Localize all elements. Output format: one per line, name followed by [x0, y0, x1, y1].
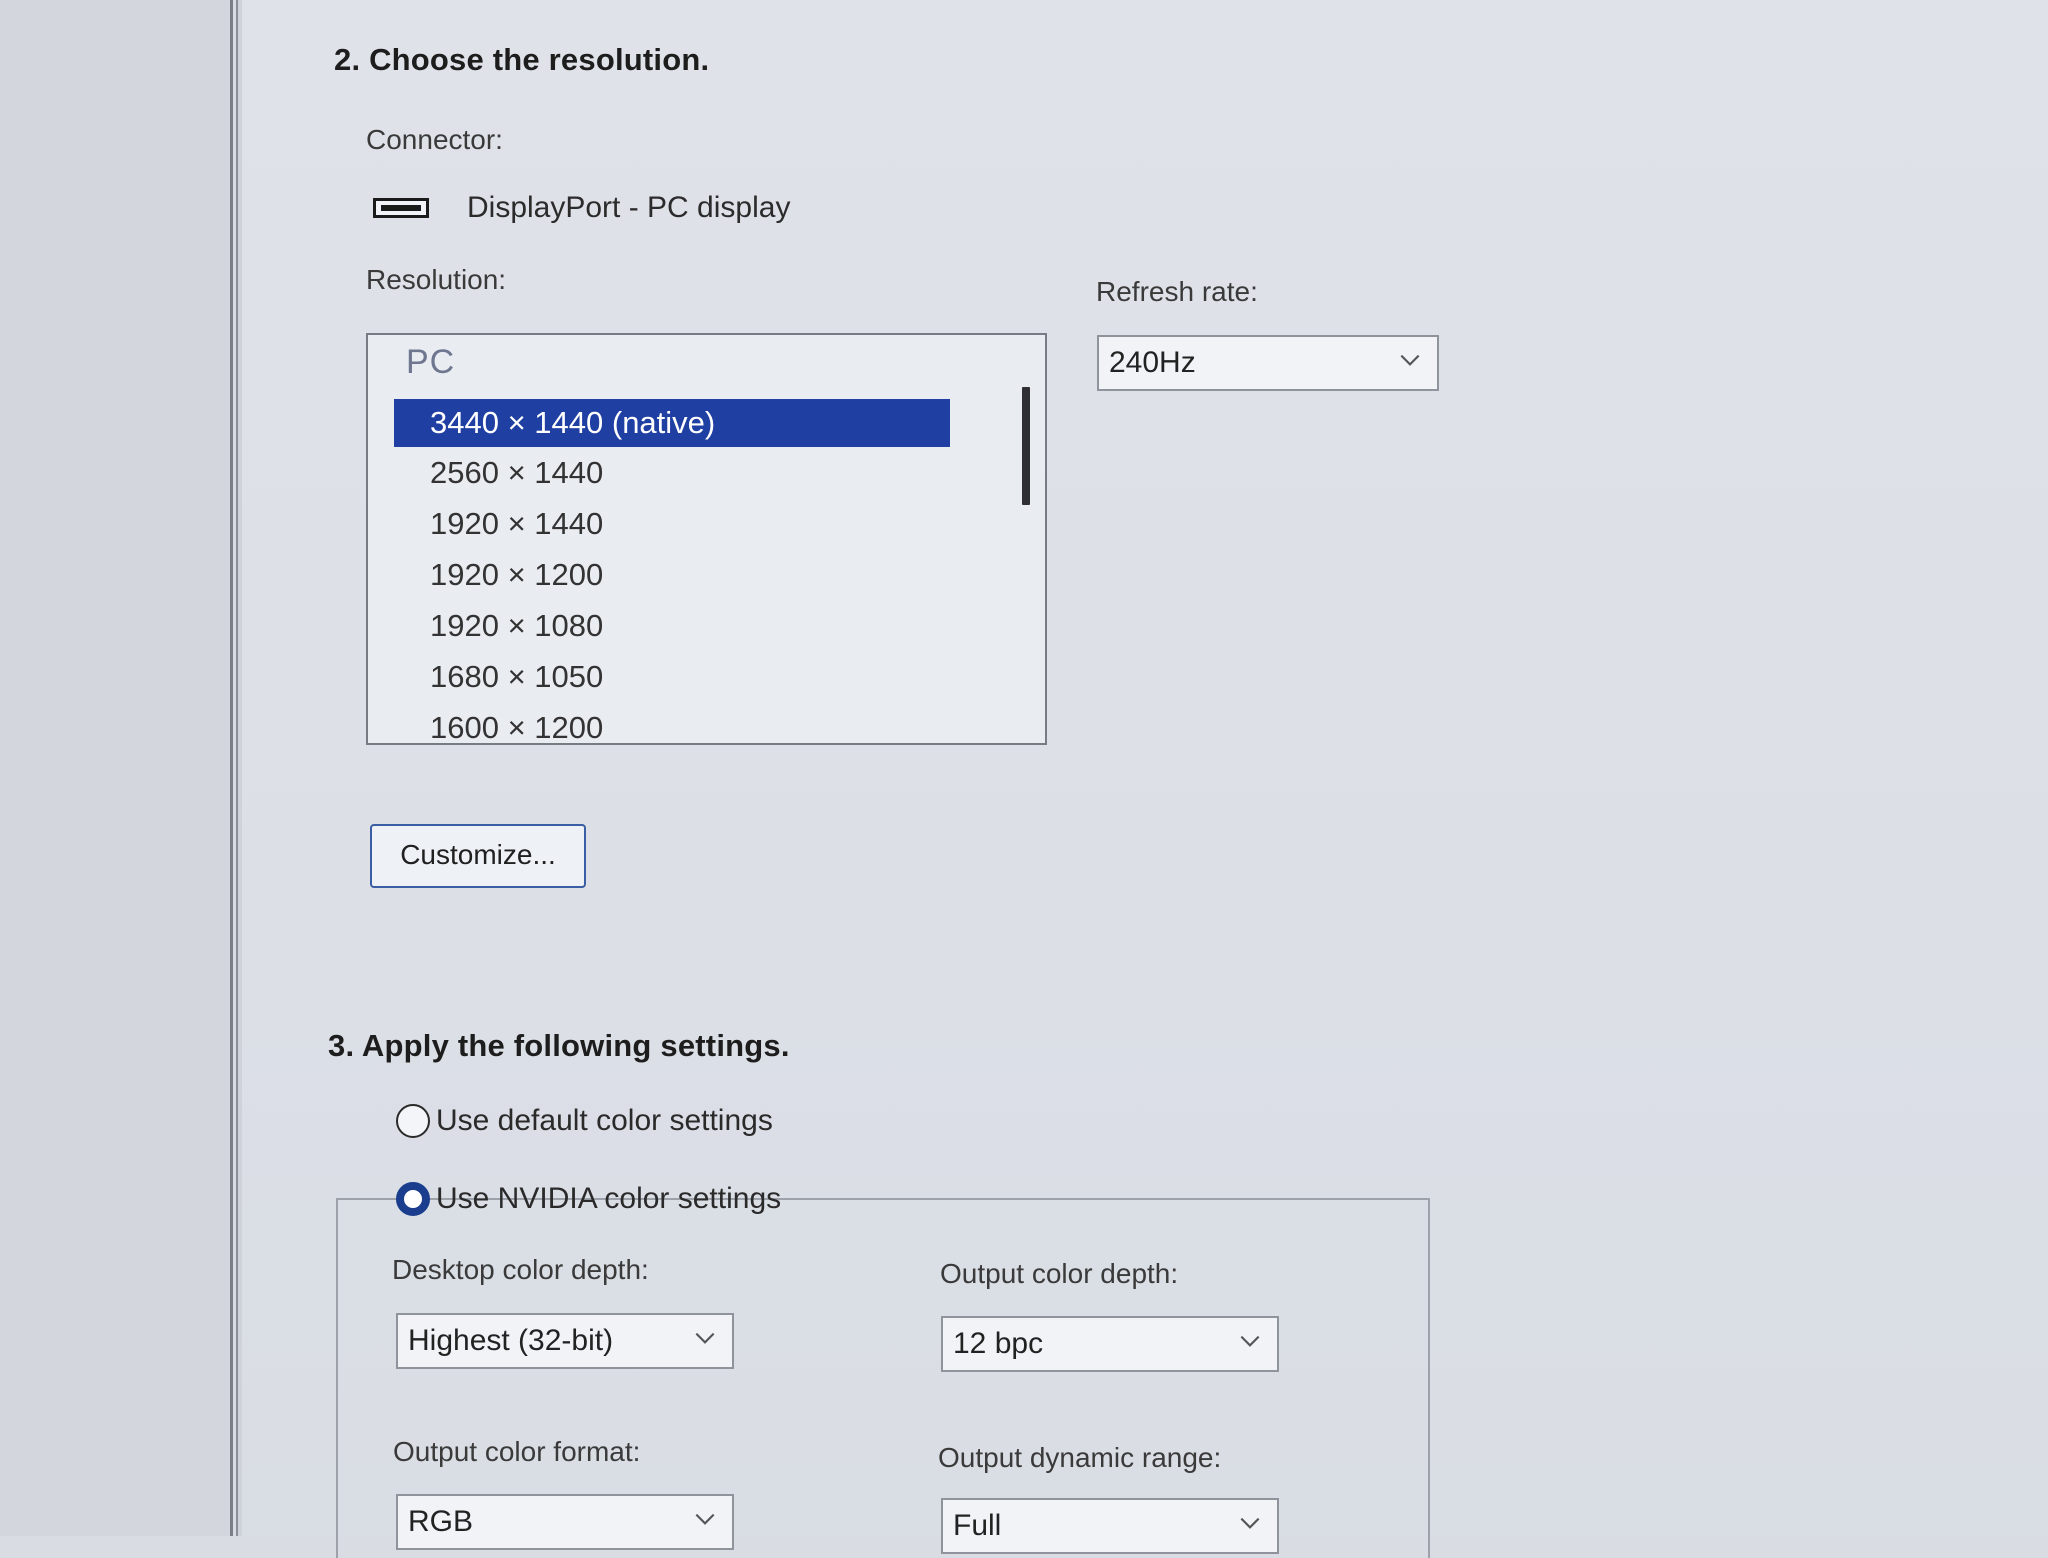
- desktop-depth-dropdown[interactable]: Highest (32-bit): [396, 1313, 734, 1369]
- list-group-pc: PC: [406, 343, 456, 381]
- output-depth-label: Output color depth:: [940, 1258, 1179, 1289]
- list-scrollbar[interactable]: [1022, 387, 1030, 505]
- section-title-resolution: 2. Choose the resolution.: [334, 42, 710, 77]
- radio-button-nvidia[interactable]: [396, 1182, 430, 1216]
- desktop-depth-label: Desktop color depth:: [392, 1254, 649, 1285]
- chevron-down-icon: [1240, 1335, 1260, 1347]
- chevron-down-icon: [1240, 1517, 1260, 1529]
- output-format-dropdown[interactable]: RGB: [396, 1494, 734, 1550]
- radio-default-color[interactable]: Use default color settings: [396, 1104, 773, 1138]
- output-format-value: RGB: [408, 1505, 474, 1538]
- output-range-dropdown[interactable]: Full: [941, 1498, 1279, 1554]
- resolution-item-1600x1200[interactable]: 1600 × 1200: [394, 704, 950, 743]
- left-pane: [0, 0, 233, 1536]
- resolution-item-1920x1440[interactable]: 1920 × 1440: [394, 500, 950, 548]
- section-title-settings: 3. Apply the following settings.: [328, 1028, 790, 1063]
- output-format-label: Output color format:: [393, 1436, 641, 1467]
- resolution-item-1680x1050[interactable]: 1680 × 1050: [394, 653, 950, 701]
- resolution-item-3440x1440[interactable]: 3440 × 1440 (native): [394, 399, 950, 447]
- refresh-rate-value: 240Hz: [1109, 346, 1196, 379]
- refresh-rate-dropdown[interactable]: 240Hz: [1097, 335, 1439, 391]
- resolution-list[interactable]: PC 3440 × 1440 (native) 2560 × 1440 1920…: [366, 333, 1047, 745]
- refresh-rate-label: Refresh rate:: [1096, 276, 1258, 307]
- connector-label: Connector:: [366, 124, 503, 155]
- output-depth-value: 12 bpc: [953, 1327, 1044, 1360]
- resolution-item-1920x1080[interactable]: 1920 × 1080: [394, 602, 950, 650]
- displayport-icon: [373, 194, 433, 222]
- output-range-label: Output dynamic range:: [938, 1442, 1222, 1473]
- connector-row: DisplayPort - PC display: [373, 186, 790, 230]
- radio-label-nvidia: Use NVIDIA color settings: [436, 1182, 782, 1215]
- output-depth-dropdown[interactable]: 12 bpc: [941, 1316, 1279, 1372]
- customize-button[interactable]: Customize...: [370, 824, 586, 888]
- chevron-down-icon: [1400, 354, 1420, 366]
- radio-label-default: Use default color settings: [436, 1104, 773, 1137]
- resolution-item-1920x1200[interactable]: 1920 × 1200: [394, 551, 950, 599]
- radio-nvidia-color[interactable]: Use NVIDIA color settings: [396, 1182, 781, 1216]
- resolution-item-2560x1440[interactable]: 2560 × 1440: [394, 449, 950, 497]
- output-range-value: Full: [953, 1509, 1002, 1542]
- chevron-down-icon: [695, 1332, 715, 1344]
- connector-value: DisplayPort - PC display: [467, 191, 791, 224]
- chevron-down-icon: [695, 1513, 715, 1525]
- desktop-depth-value: Highest (32-bit): [408, 1324, 614, 1357]
- radio-button-default[interactable]: [396, 1104, 430, 1138]
- resolution-label: Resolution:: [366, 264, 507, 295]
